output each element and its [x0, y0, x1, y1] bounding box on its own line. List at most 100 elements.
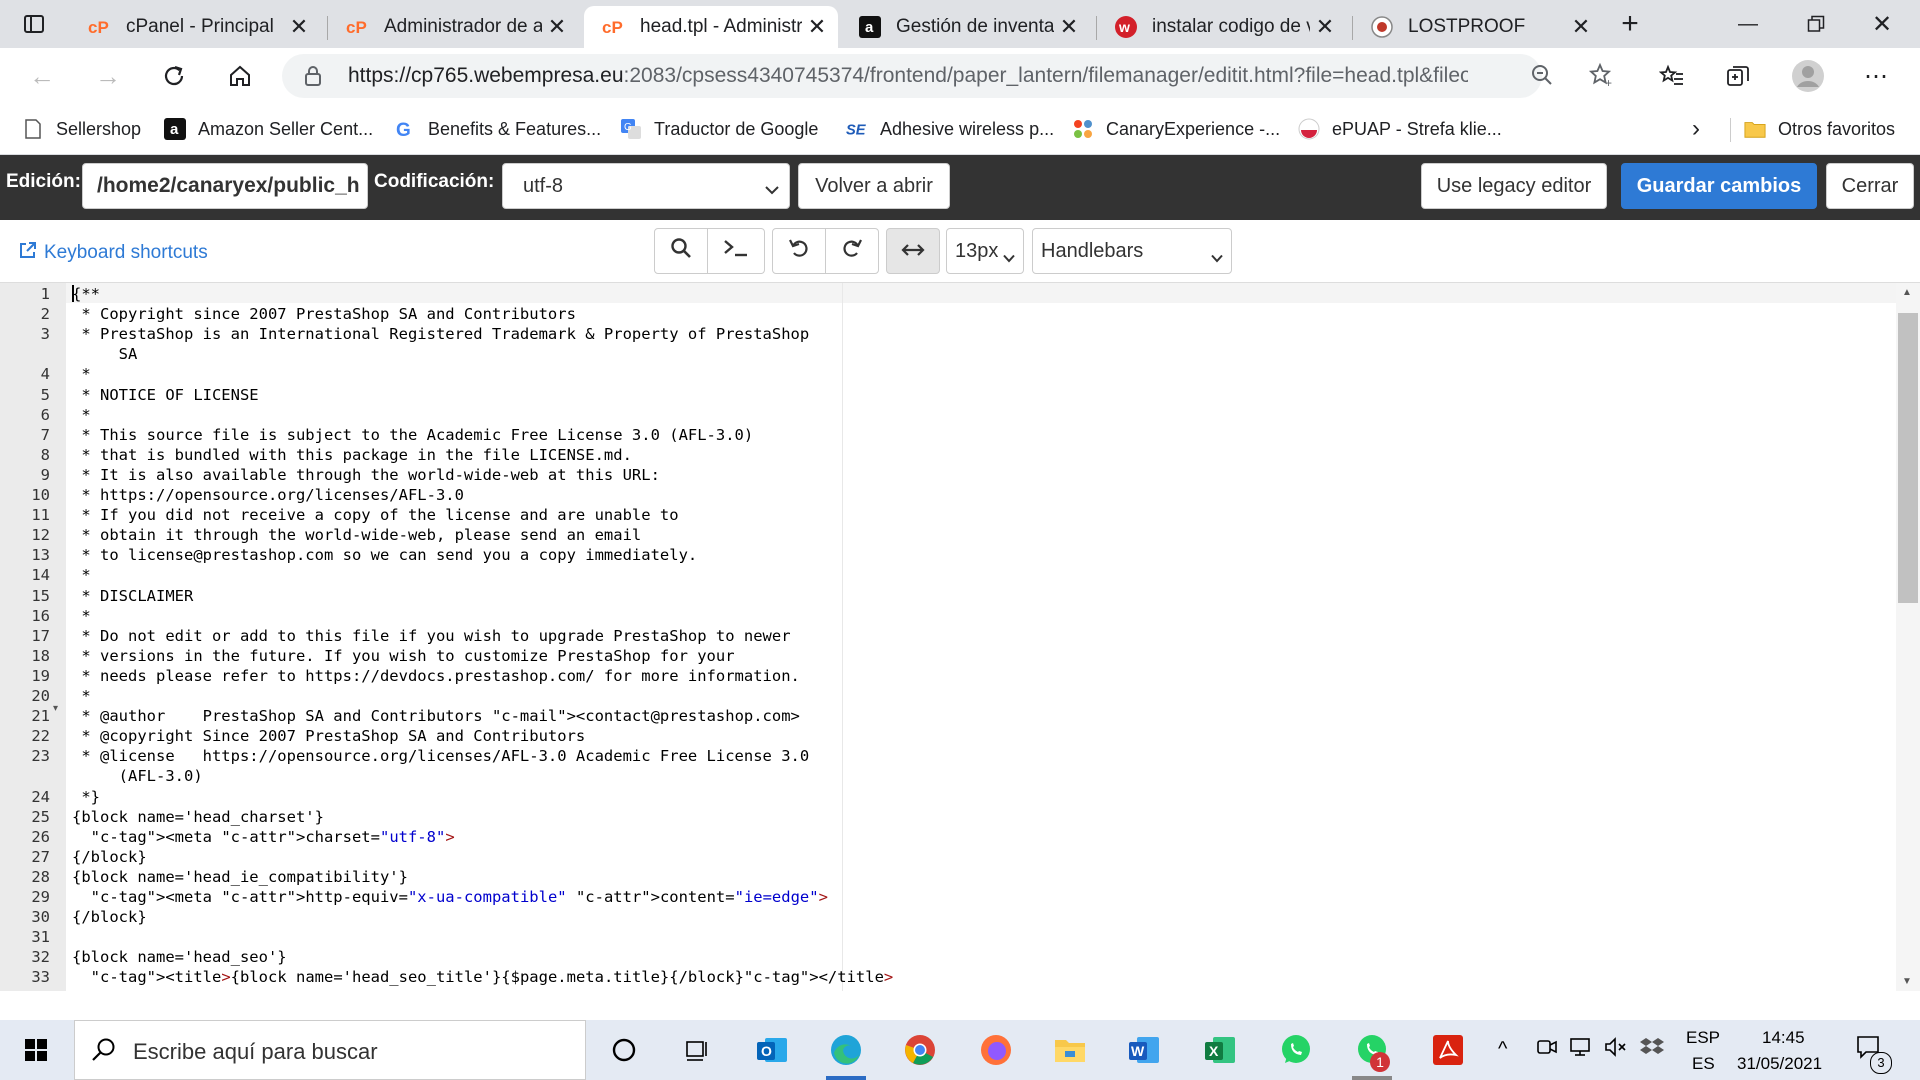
code-line[interactable]: * PrestaShop is an International Registe…: [72, 324, 809, 344]
code-line[interactable]: * DISCLAIMER: [72, 586, 193, 606]
undo-button[interactable]: [772, 228, 826, 274]
code-line[interactable]: * versions in the future. If you wish to…: [72, 646, 734, 666]
whatsapp-icon[interactable]: [1276, 1030, 1316, 1070]
font-size-select[interactable]: 13px: [946, 228, 1024, 274]
window-close-icon[interactable]: ✕: [1862, 4, 1902, 44]
bookmark-canaryexperience[interactable]: CanaryExperience -...: [1072, 116, 1280, 142]
bookmark-adhesive[interactable]: SE Adhesive wireless p...: [846, 116, 1054, 142]
encoding-select[interactable]: utf-8: [502, 163, 790, 209]
code-line[interactable]: *: [72, 364, 90, 384]
scroll-up-icon[interactable]: ▲: [1902, 287, 1912, 298]
url-text[interactable]: https://cp765.webempresa.eu:2083/cpsess4…: [348, 64, 1468, 88]
code-line[interactable]: {/block}: [72, 907, 147, 927]
code-line[interactable]: * Do not edit or add to this file if you…: [72, 626, 790, 646]
forward-icon[interactable]: →: [88, 56, 128, 96]
wrap-toggle-button[interactable]: [886, 228, 940, 274]
bookmark-sellershop[interactable]: Sellershop: [22, 116, 141, 142]
collections-icon[interactable]: [1718, 56, 1758, 96]
code-line[interactable]: *: [72, 686, 90, 706]
new-tab-icon[interactable]: +: [1610, 4, 1650, 44]
code-line[interactable]: * NOTICE OF LICENSE: [72, 385, 258, 405]
close-button[interactable]: Cerrar: [1826, 163, 1914, 209]
redo-button[interactable]: [825, 228, 879, 274]
code-line[interactable]: *}: [72, 787, 100, 807]
code-line[interactable]: * If you did not receive a copy of the l…: [72, 505, 678, 525]
code-line[interactable]: * It is also available through the world…: [72, 465, 660, 485]
code-line[interactable]: "c-tag"><title>{block name='head_seo_tit…: [72, 967, 894, 987]
bookmark-epuap[interactable]: ePUAP - Strefa klie...: [1298, 116, 1502, 142]
code-line[interactable]: {block name='head_seo'}: [72, 947, 287, 967]
search-button[interactable]: [654, 228, 708, 274]
code-line[interactable]: * to license@prestashop.com so we can se…: [72, 545, 697, 565]
home-icon[interactable]: [220, 56, 260, 96]
tab-administrador[interactable]: cP Administrador de ar ✕: [328, 6, 578, 48]
task-view-icon[interactable]: [678, 1030, 718, 1070]
cortana-icon[interactable]: [604, 1030, 644, 1070]
lock-icon[interactable]: [304, 65, 322, 92]
tab-gestion-inventario[interactable]: a Gestión de inventar ✕: [840, 6, 1090, 48]
code-line[interactable]: *: [72, 565, 90, 585]
code-editor[interactable]: 1 2 3 4 5 6 7 8 9 10 11 12 13 14 15 16 17 18 19 20 21 22 23 24 2…: [0, 282, 1920, 991]
save-button[interactable]: Guardar cambios: [1621, 163, 1817, 209]
code-line[interactable]: SA: [72, 344, 138, 364]
code-line[interactable]: * needs please refer to https://devdocs.…: [72, 666, 800, 686]
fold-arrow-icon[interactable]: ▾: [53, 703, 58, 714]
tab-instalar-codigo[interactable]: w instalar codigo de v ✕: [1096, 6, 1346, 48]
close-icon[interactable]: ✕: [284, 14, 314, 40]
file-explorer-icon[interactable]: [1050, 1030, 1090, 1070]
meet-now-icon[interactable]: [1536, 1036, 1558, 1063]
code-line[interactable]: * that is bundled with this package in t…: [72, 445, 632, 465]
lang-indicator-top[interactable]: ESP: [1686, 1028, 1720, 1048]
reopen-button[interactable]: Volver a abrir: [798, 163, 950, 209]
goto-line-button[interactable]: [707, 228, 765, 274]
vertical-scrollbar[interactable]: ▲ ▼: [1896, 283, 1920, 991]
bookmark-benefits[interactable]: G Benefits & Features...: [394, 116, 601, 142]
code-line[interactable]: *: [72, 405, 90, 425]
firefox-icon[interactable]: [976, 1030, 1016, 1070]
tab-cpanel-principal[interactable]: cP cPanel - Principal ✕: [70, 6, 320, 48]
close-icon[interactable]: ✕: [542, 14, 572, 40]
close-icon[interactable]: ✕: [802, 14, 832, 40]
tab-head-tpl[interactable]: cP head.tpl - Administr ✕: [584, 6, 838, 48]
bookmark-amazon-seller[interactable]: a Amazon Seller Cent...: [164, 116, 373, 142]
outlook-icon[interactable]: O: [752, 1030, 792, 1070]
edge-icon[interactable]: [826, 1030, 866, 1070]
dropbox-icon[interactable]: [1640, 1036, 1664, 1063]
restore-icon[interactable]: [1796, 4, 1836, 44]
close-icon[interactable]: ✕: [1310, 14, 1340, 40]
code-line[interactable]: (AFL-3.0): [72, 766, 203, 786]
clock-time[interactable]: 14:45: [1762, 1028, 1805, 1048]
chrome-icon[interactable]: [900, 1030, 940, 1070]
code-line[interactable]: "c-tag"><meta "c-attr">name="description…: [72, 988, 1034, 992]
keyboard-shortcuts-link[interactable]: Keyboard shortcuts: [18, 240, 208, 266]
tab-lostproof[interactable]: LOSTPROOF ✕: [1352, 6, 1602, 48]
mode-select[interactable]: Handlebars: [1032, 228, 1232, 274]
lang-indicator-bottom[interactable]: ES: [1692, 1054, 1715, 1074]
scrollbar-thumb[interactable]: [1898, 313, 1918, 603]
file-path-field[interactable]: /home2/canaryex/public_h: [82, 163, 368, 209]
code-line[interactable]: {**: [72, 284, 100, 304]
code-line[interactable]: "c-tag"><meta "c-attr">charset="utf-8">: [72, 827, 455, 847]
chevron-up-icon[interactable]: ^: [1498, 1038, 1507, 1061]
code-line[interactable]: * https://opensource.org/licenses/AFL-3.…: [72, 485, 464, 505]
reload-icon[interactable]: [154, 56, 194, 96]
code-line[interactable]: {block name='head_charset'}: [72, 807, 324, 827]
favorites-icon[interactable]: [1652, 56, 1692, 96]
code-line[interactable]: "c-tag"><meta "c-attr">http-equiv="x-ua-…: [72, 887, 828, 907]
scroll-down-icon[interactable]: ▼: [1902, 976, 1912, 987]
profile-avatar-icon[interactable]: [1788, 56, 1828, 96]
url-bar[interactable]: https://cp765.webempresa.eu:2083/cpsess4…: [282, 54, 1612, 98]
excel-icon[interactable]: X: [1200, 1030, 1240, 1070]
close-icon[interactable]: ✕: [1054, 14, 1084, 40]
code-line[interactable]: * @author PrestaShop SA and Contributors…: [72, 706, 800, 726]
zoom-icon[interactable]: [1530, 63, 1554, 92]
code-line[interactable]: * Copyright since 2007 PrestaShop SA and…: [72, 304, 576, 324]
code-line[interactable]: * @copyright Since 2007 PrestaShop SA an…: [72, 726, 585, 746]
bookmark-traductor[interactable]: G Traductor de Google: [620, 116, 818, 142]
more-menu-icon[interactable]: ⋯: [1856, 56, 1896, 96]
code-line[interactable]: *: [72, 606, 90, 626]
close-icon[interactable]: ✕: [1566, 14, 1596, 40]
minimize-icon[interactable]: —: [1728, 4, 1768, 44]
add-favorite-icon[interactable]: +: [1588, 62, 1614, 93]
acrobat-icon[interactable]: [1428, 1030, 1468, 1070]
